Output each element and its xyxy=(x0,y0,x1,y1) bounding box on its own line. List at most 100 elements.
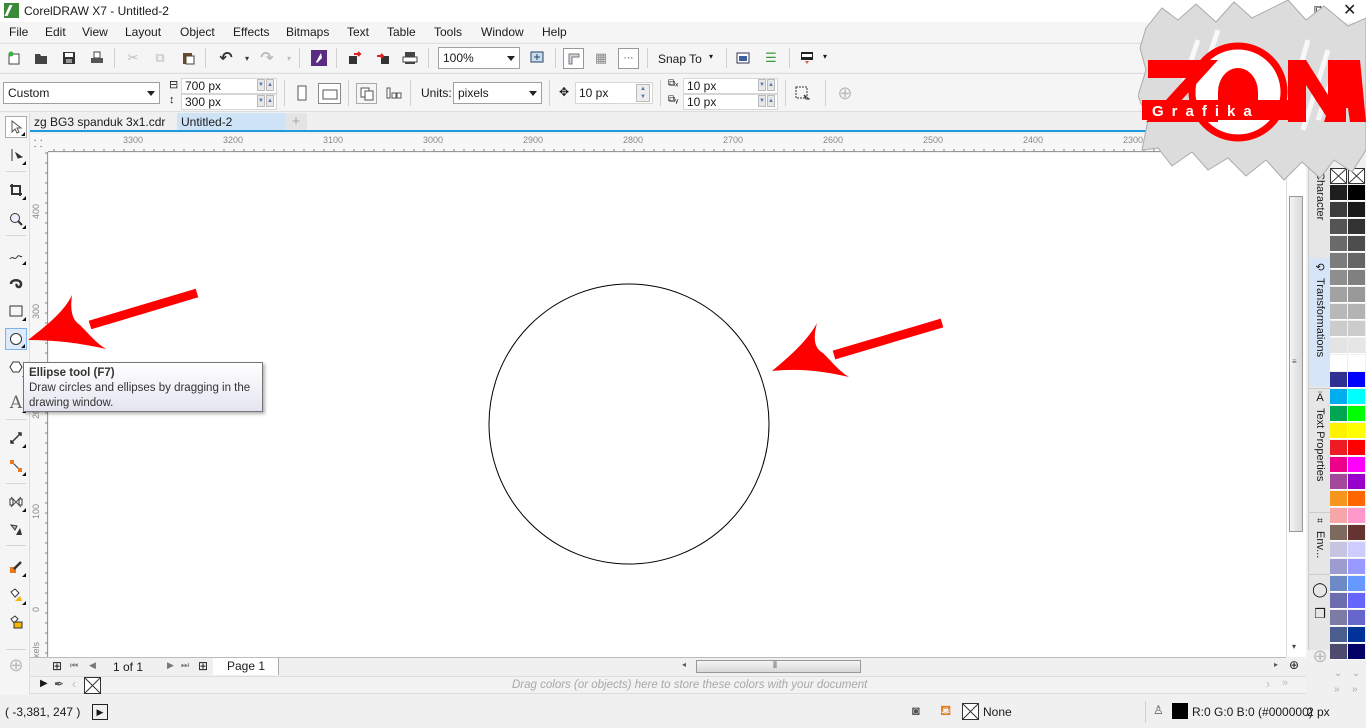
menu-object[interactable]: Object xyxy=(180,25,215,39)
add-icon[interactable]: ⊕ xyxy=(836,83,854,103)
undo-icon[interactable]: ↶ xyxy=(217,49,235,67)
color-swatch[interactable] xyxy=(1330,457,1347,473)
horizontal-ruler[interactable]: 3300 3200 3100 3000 2900 2800 2700 2600 … xyxy=(48,134,1280,152)
current-page-icon[interactable] xyxy=(385,84,403,102)
transparency-tool[interactable] xyxy=(5,518,27,540)
undo-dropdown-icon[interactable]: ▾ xyxy=(238,49,256,67)
status-menu-button[interactable]: ▶ xyxy=(92,704,108,720)
color-swatch[interactable] xyxy=(1330,389,1347,405)
menu-file[interactable]: File xyxy=(9,25,28,39)
nudge-spinner[interactable]: ▲ ▼ xyxy=(636,84,650,102)
color-swatch[interactable] xyxy=(1348,236,1365,252)
color-swatch[interactable] xyxy=(1348,321,1365,337)
color-swatch[interactable] xyxy=(1330,627,1347,643)
tab-zg-bg3[interactable]: zg BG3 spanduk 3x1.cdr xyxy=(30,113,177,130)
color-swatch[interactable] xyxy=(1348,593,1365,609)
full-screen-preview-icon[interactable] xyxy=(528,49,546,67)
scroll-down-icon[interactable]: ▾ xyxy=(1292,642,1296,651)
eyedropper-icon[interactable]: ✒ xyxy=(54,677,64,691)
show-rulers-icon[interactable] xyxy=(563,48,584,69)
color-swatch[interactable] xyxy=(1348,457,1365,473)
page-width-spinner[interactable]: ▼ ▲ xyxy=(257,79,275,93)
color-swatch[interactable] xyxy=(1330,559,1347,575)
color-swatch[interactable] xyxy=(1330,304,1347,320)
units-dropdown[interactable]: pixels xyxy=(453,82,542,104)
palette-menu-icon[interactable]: ▶ xyxy=(40,678,48,689)
redo-dropdown-icon[interactable]: ▾ xyxy=(280,49,298,67)
fill-none-swatch[interactable] xyxy=(962,703,979,720)
color-swatch[interactable] xyxy=(1330,355,1347,371)
color-swatch[interactable] xyxy=(1348,287,1365,303)
color-swatch[interactable] xyxy=(1348,559,1365,575)
launcher-dropdown-icon[interactable]: ▾ xyxy=(823,52,827,61)
outline-color-swatch[interactable] xyxy=(1172,703,1188,719)
last-page-icon[interactable]: ⏭ xyxy=(181,660,189,671)
color-swatch[interactable] xyxy=(1348,406,1365,422)
palette-expand-icon[interactable]: » xyxy=(1334,684,1340,695)
vertical-scrollbar-thumb[interactable]: ≡ xyxy=(1289,196,1303,532)
color-swatch[interactable] xyxy=(1348,219,1365,235)
zoom-tool[interactable] xyxy=(5,208,27,230)
publish-pdf-icon[interactable] xyxy=(401,49,419,67)
duplicate-y-spinner[interactable]: ▼ ▲ xyxy=(758,95,776,109)
color-swatch[interactable] xyxy=(1348,304,1365,320)
color-swatch[interactable] xyxy=(1330,321,1347,337)
horizontal-scrollbar-thumb[interactable]: ⦀ xyxy=(696,660,861,673)
color-proof-icon[interactable]: ◙ xyxy=(912,703,920,718)
color-swatch[interactable] xyxy=(1330,593,1347,609)
color-swatch[interactable] xyxy=(1330,440,1347,456)
no-color-swatch[interactable] xyxy=(84,677,101,694)
color-swatch[interactable] xyxy=(1330,185,1347,201)
scroll-left-icon[interactable]: ◂ xyxy=(682,660,686,669)
new-document-icon[interactable] xyxy=(5,49,23,67)
application-launcher-icon[interactable] xyxy=(798,49,816,67)
color-swatch[interactable] xyxy=(1330,423,1347,439)
color-swatch[interactable] xyxy=(1348,338,1365,354)
welcome-screen-icon[interactable] xyxy=(734,49,752,67)
color-swatch[interactable] xyxy=(1330,474,1347,490)
crop-tool[interactable] xyxy=(5,179,27,201)
color-swatch[interactable] xyxy=(1330,508,1347,524)
portrait-icon[interactable] xyxy=(293,84,311,102)
color-swatch[interactable] xyxy=(1348,440,1365,456)
previous-page-icon[interactable]: ◀ xyxy=(89,660,96,671)
docker-tab-envelope[interactable]: ⌗ Env... xyxy=(1309,512,1331,572)
menu-view[interactable]: View xyxy=(82,25,108,39)
docker-tab-transformations[interactable]: ⟲ Transformations xyxy=(1309,258,1331,386)
landscape-icon[interactable] xyxy=(318,83,341,104)
color-swatch[interactable] xyxy=(1330,202,1347,218)
page-tab[interactable]: Page 1 xyxy=(213,658,279,675)
color-swatch[interactable] xyxy=(1330,270,1347,286)
color-swatch[interactable] xyxy=(1330,236,1347,252)
color-eyedropper-tool[interactable] xyxy=(5,556,27,578)
color-swatch[interactable] xyxy=(1348,270,1365,286)
copy-icon[interactable]: ⧉ xyxy=(151,49,169,67)
pick-tool[interactable] xyxy=(5,116,27,138)
print-icon[interactable] xyxy=(88,49,106,67)
palette-scroll-down-icon[interactable]: ⌄ xyxy=(1334,668,1342,679)
docker-tab-text-properties[interactable]: Ä Text Properties xyxy=(1309,388,1331,510)
options-checklist-icon[interactable]: ☰ xyxy=(762,49,780,67)
show-guidelines-icon[interactable]: ⋯ xyxy=(618,48,639,69)
color-swatch[interactable] xyxy=(1348,355,1365,371)
menu-help[interactable]: Help xyxy=(542,25,567,39)
docker-tab-ellipse[interactable]: ◯ xyxy=(1309,574,1331,602)
menu-table[interactable]: Table xyxy=(387,25,416,39)
freehand-tool[interactable] xyxy=(5,244,27,266)
parallel-dimension-tool[interactable] xyxy=(5,427,27,449)
color-swatch[interactable] xyxy=(1348,627,1365,643)
menu-text[interactable]: Text xyxy=(347,25,369,39)
all-pages-icon[interactable] xyxy=(356,83,377,104)
add-page-before-icon[interactable]: ⊞ xyxy=(52,659,62,673)
scroll-right-icon[interactable]: › xyxy=(1266,677,1270,691)
color-swatch[interactable] xyxy=(1330,253,1347,269)
open-folder-icon[interactable] xyxy=(32,49,50,67)
color-swatch[interactable] xyxy=(1348,423,1365,439)
vertical-scrollbar[interactable]: ≡ ▾ xyxy=(1286,134,1306,657)
snap-to-dropdown-icon[interactable]: ▾ xyxy=(709,52,713,61)
palette-scroll-down-icon[interactable]: ⌄ xyxy=(1352,668,1360,679)
shape-tool[interactable] xyxy=(5,144,27,166)
color-swatch[interactable] xyxy=(1330,287,1347,303)
color-swatch[interactable] xyxy=(1330,338,1347,354)
customize-toolbox-button[interactable]: ⊕ xyxy=(5,654,27,676)
